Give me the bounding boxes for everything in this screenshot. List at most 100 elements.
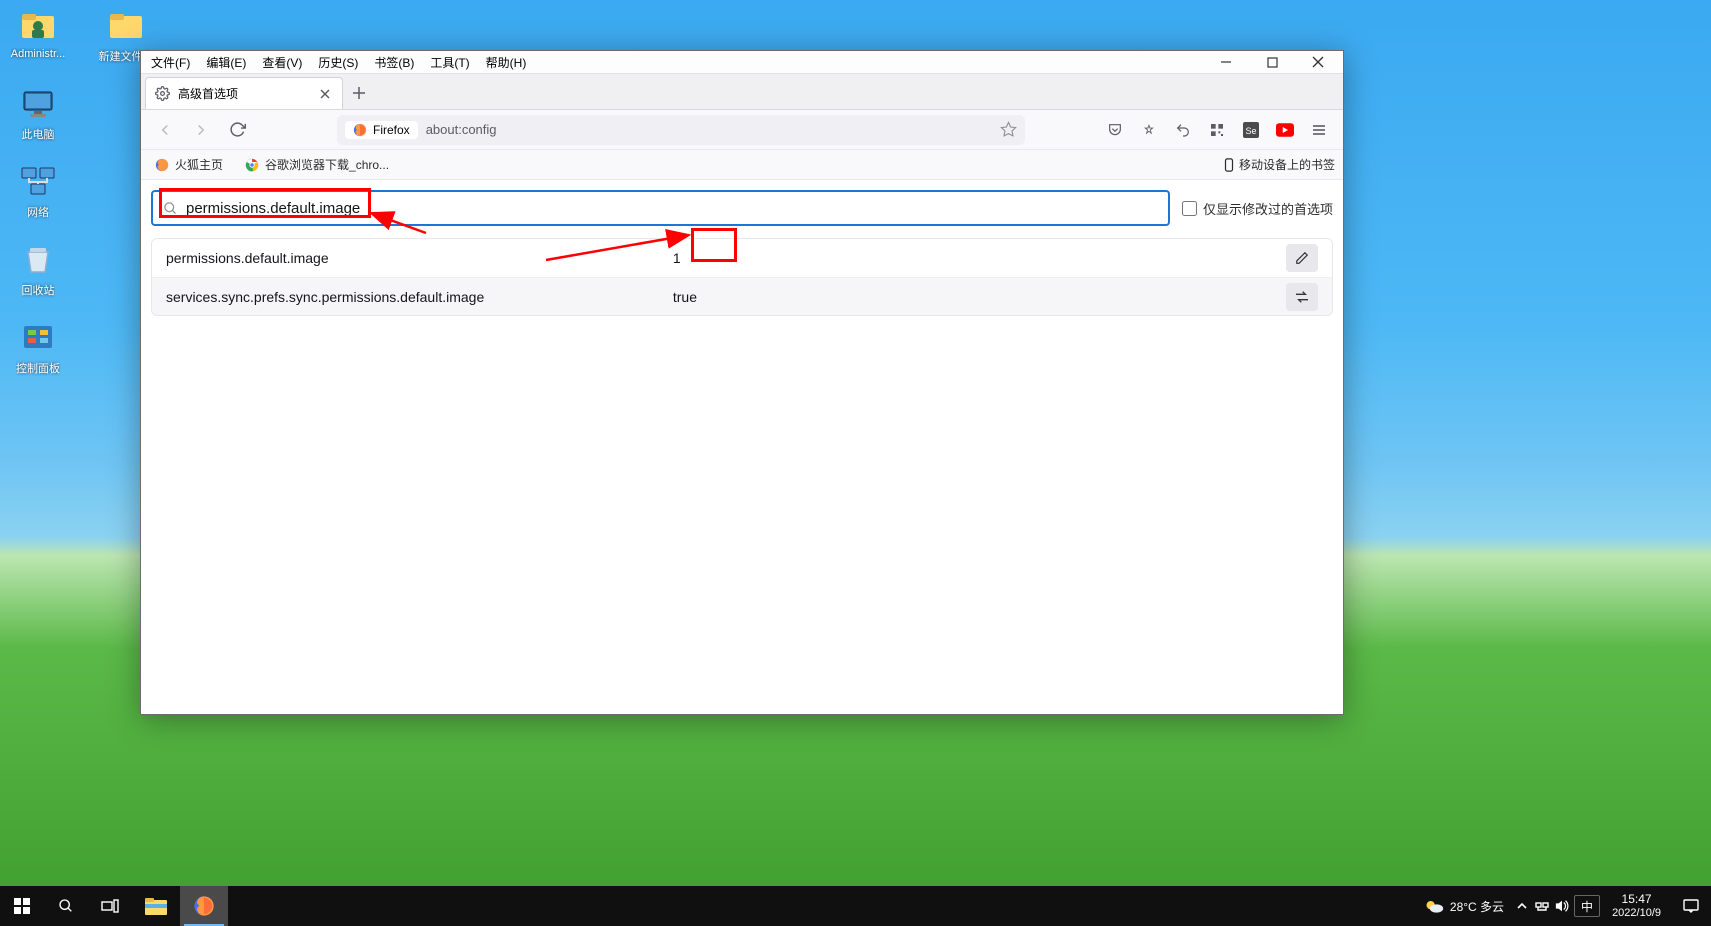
bookmark-chrome-download[interactable]: 谷歌浏览器下载_chro...	[239, 153, 395, 176]
reload-button[interactable]	[221, 114, 253, 146]
search-icon	[163, 201, 178, 216]
identity-label: Firefox	[373, 123, 410, 137]
config-search-box[interactable]	[151, 190, 1170, 226]
desktop-icon-network[interactable]: 网络	[8, 164, 68, 220]
identity-box[interactable]: Firefox	[345, 121, 418, 139]
url-text: about:config	[426, 122, 497, 137]
ime-indicator[interactable]: 中	[1574, 895, 1600, 917]
desktop-icon-label: 回收站	[22, 282, 55, 298]
youtube-icon[interactable]	[1269, 114, 1301, 146]
mobile-icon	[1223, 158, 1235, 172]
close-button[interactable]	[1295, 51, 1341, 73]
bookmark-star-button[interactable]	[1000, 121, 1017, 138]
search-icon	[58, 898, 74, 914]
desktop-icon-label: 网络	[27, 204, 49, 220]
menu-edit[interactable]: 编辑(E)	[198, 52, 254, 73]
taskbar-app-firefox[interactable]	[180, 886, 228, 926]
folder-icon	[108, 8, 144, 44]
pref-edit-button[interactable]	[1286, 244, 1318, 272]
menu-bookmarks[interactable]: 书签(B)	[366, 52, 422, 73]
tray-chevron-up[interactable]	[1512, 886, 1532, 926]
ime-text: 中	[1581, 898, 1593, 915]
menu-file[interactable]: 文件(F)	[143, 52, 198, 73]
tab-close-button[interactable]	[316, 85, 334, 103]
recycle-bin-icon	[20, 242, 56, 278]
network-icon	[20, 164, 56, 200]
selenium-ide-icon[interactable]: Se	[1235, 114, 1267, 146]
chevron-up-icon	[1516, 900, 1528, 912]
taskbar-weather[interactable]: 28°C 多云	[1416, 898, 1512, 915]
pref-row[interactable]: permissions.default.image 1	[152, 239, 1332, 277]
desktop-icon-label: 控制面板	[16, 360, 60, 376]
volume-icon	[1555, 899, 1569, 913]
window-controls	[1203, 51, 1341, 73]
pref-value: 1	[673, 250, 1180, 266]
toggle-arrows-icon	[1294, 290, 1310, 304]
clock-date: 2022/10/9	[1612, 907, 1661, 920]
tab-title: 高级首选项	[178, 85, 308, 102]
pref-value: true	[673, 289, 1180, 305]
pref-results-table: permissions.default.image 1 services.syn…	[151, 238, 1333, 316]
taskbar-clock[interactable]: 15:47 2022/10/9	[1602, 892, 1671, 920]
file-explorer-icon	[145, 897, 167, 915]
tab-about-config[interactable]: 高级首选项	[145, 77, 343, 109]
desktop-icon-recycle-bin[interactable]: 回收站	[8, 242, 68, 298]
only-modified-input[interactable]	[1182, 201, 1197, 216]
qr-icon[interactable]	[1201, 114, 1233, 146]
forward-button[interactable]	[185, 114, 217, 146]
config-search-input[interactable]	[186, 200, 1158, 217]
desktop-icon-administrator[interactable]: Administr...	[8, 8, 68, 64]
menu-history[interactable]: 历史(S)	[310, 52, 366, 73]
desktop-icon-control-panel[interactable]: 控制面板	[8, 320, 68, 376]
tray-volume-icon[interactable]	[1552, 886, 1572, 926]
pref-name: services.sync.prefs.sync.permissions.def…	[166, 289, 673, 305]
firefox-icon	[353, 123, 367, 137]
menubar: 文件(F) 编辑(E) 查看(V) 历史(S) 书签(B) 工具(T) 帮助(H…	[141, 51, 1343, 74]
bookmark-label: 火狐主页	[175, 156, 223, 173]
weather-icon	[1424, 898, 1444, 914]
chrome-icon	[245, 158, 259, 172]
taskbar-app-file-explorer[interactable]	[132, 886, 180, 926]
bookmark-label: 谷歌浏览器下载_chro...	[265, 156, 389, 173]
minimize-button[interactable]	[1203, 51, 1249, 73]
desktop-icon-this-pc[interactable]: 此电脑	[8, 86, 68, 142]
about-config-page: 仅显示修改过的首选项 permissions.default.image 1	[141, 180, 1343, 714]
menu-help[interactable]: 帮助(H)	[478, 52, 535, 73]
start-button[interactable]	[0, 886, 44, 926]
desktop: Administr... 新建文件夹 此电脑 网络	[0, 0, 1711, 926]
toolbar-right: Se	[1099, 114, 1335, 146]
maximize-button[interactable]	[1249, 51, 1295, 73]
clock-time: 15:47	[1612, 892, 1661, 906]
tray-network-icon[interactable]	[1532, 886, 1552, 926]
user-folder-icon	[20, 8, 56, 44]
mobile-bookmarks[interactable]: 移动设备上的书签	[1223, 156, 1335, 173]
notification-icon	[1683, 899, 1699, 913]
svg-text:Se: Se	[1245, 126, 1256, 136]
extension-pin-icon[interactable]	[1133, 114, 1165, 146]
taskbar-search-button[interactable]	[44, 886, 88, 926]
pencil-icon	[1295, 251, 1309, 265]
pref-name: permissions.default.image	[166, 250, 673, 266]
bookmark-firefox-home[interactable]: 火狐主页	[149, 153, 229, 176]
action-center-button[interactable]	[1671, 886, 1711, 926]
desktop-icons-area: Administr... 新建文件夹 此电脑 网络	[8, 8, 156, 376]
menu-tools[interactable]: 工具(T)	[422, 52, 477, 73]
task-view-button[interactable]	[88, 886, 132, 926]
url-bar[interactable]: Firefox about:config	[337, 115, 1025, 145]
hamburger-menu-button[interactable]	[1303, 114, 1335, 146]
save-to-pocket-button[interactable]	[1099, 114, 1131, 146]
desktop-icon-label: Administr...	[11, 48, 65, 60]
mobile-bookmarks-label: 移动设备上的书签	[1239, 156, 1335, 173]
bookmarks-toolbar: 火狐主页 谷歌浏览器下载_chro... 移动设备上的书签	[141, 150, 1343, 180]
undo-icon[interactable]	[1167, 114, 1199, 146]
only-modified-checkbox[interactable]: 仅显示修改过的首选项	[1182, 199, 1333, 218]
gear-icon	[154, 86, 170, 102]
weather-text: 28°C 多云	[1450, 898, 1504, 915]
back-button[interactable]	[149, 114, 181, 146]
pref-toggle-button[interactable]	[1286, 283, 1318, 311]
new-tab-button[interactable]	[343, 77, 375, 109]
pref-row[interactable]: services.sync.prefs.sync.permissions.def…	[152, 277, 1332, 315]
task-view-icon	[101, 899, 119, 913]
menu-view[interactable]: 查看(V)	[254, 52, 310, 73]
windows-icon	[14, 898, 30, 914]
